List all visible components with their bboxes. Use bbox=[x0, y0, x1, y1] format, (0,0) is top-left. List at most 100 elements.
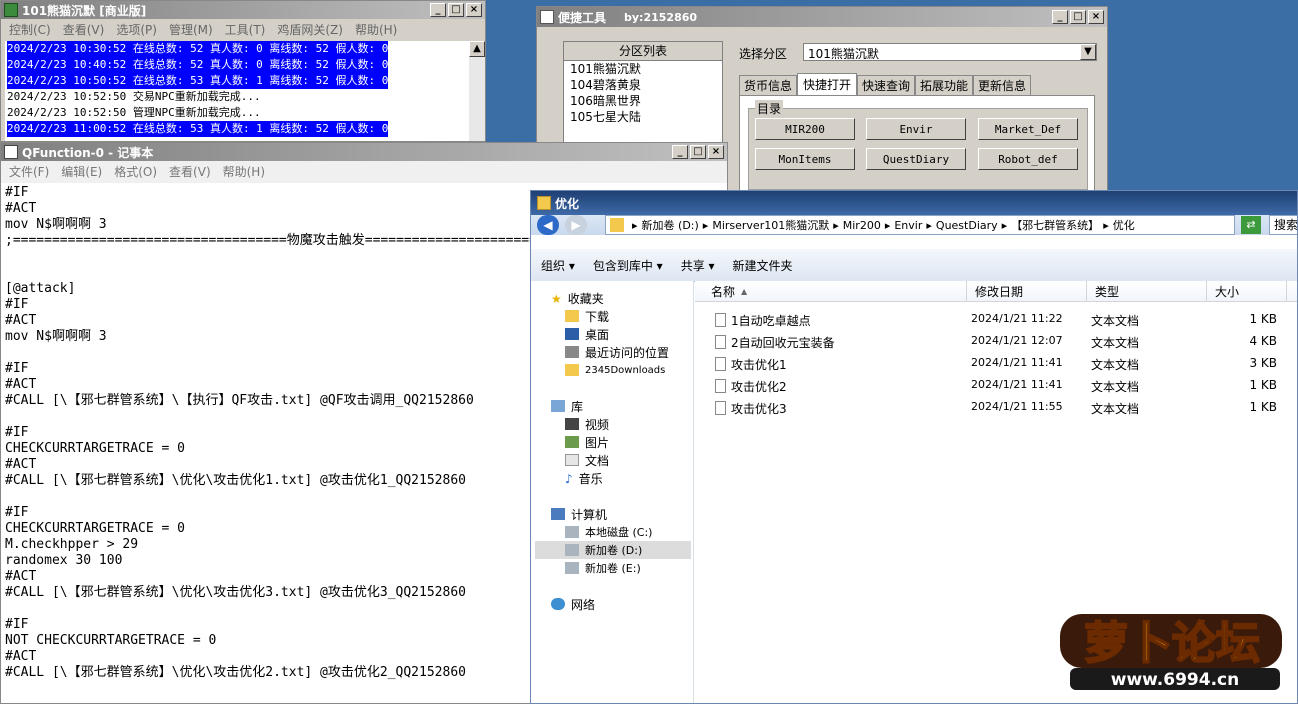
file-row[interactable]: 攻击优化2 2024/1/21 11:41 文本文档 1 KB bbox=[695, 375, 1297, 397]
file-size: 3 KB bbox=[1249, 356, 1277, 370]
file-size: 1 KB bbox=[1249, 400, 1277, 414]
column-type[interactable]: 类型 bbox=[1087, 281, 1207, 301]
partition-item[interactable]: 104碧落黄泉 bbox=[564, 77, 722, 93]
nav-documents[interactable]: 文档 bbox=[565, 451, 609, 469]
partition-select-value: 101熊猫沉默 bbox=[808, 47, 879, 61]
nav-desktop[interactable]: 桌面 bbox=[565, 325, 609, 343]
partition-select[interactable]: 101熊猫沉默 ▼ bbox=[803, 43, 1097, 61]
nav-2345downloads[interactable]: 2345Downloads bbox=[565, 361, 665, 379]
tab-updates[interactable]: 更新信息 bbox=[973, 75, 1031, 95]
breadcrumb-item[interactable]: Envir bbox=[894, 219, 922, 232]
breadcrumb-sep: ▸ bbox=[1103, 218, 1109, 232]
market-def-button[interactable]: Market_Def bbox=[978, 118, 1078, 140]
notepad-titlebar[interactable]: QFunction-0 - 记事本 _ □ × bbox=[1, 143, 727, 161]
log-scrollbar[interactable]: ▲ bbox=[469, 41, 485, 141]
nav-computer[interactable]: 计算机 bbox=[551, 505, 607, 523]
file-row[interactable]: 攻击优化3 2024/1/21 11:55 文本文档 1 KB bbox=[695, 397, 1297, 419]
nav-drive-c[interactable]: 本地磁盘 (C:) bbox=[565, 523, 652, 541]
menu-gateway[interactable]: 鸡盾网关(Z) bbox=[271, 21, 349, 38]
chevron-down-icon[interactable]: ▼ bbox=[1080, 44, 1096, 60]
menu-view[interactable]: 查看(V) bbox=[57, 21, 111, 38]
file-list-header: 名称 ▲ 修改日期 类型 大小 bbox=[695, 281, 1297, 302]
tool-window-titlebar[interactable]: 便捷工具 by:2152860 _ □ × bbox=[537, 7, 1107, 27]
minimize-icon[interactable]: _ bbox=[430, 3, 446, 17]
column-date[interactable]: 修改日期 bbox=[967, 281, 1087, 301]
menu-file[interactable]: 文件(F) bbox=[3, 163, 55, 180]
documents-icon bbox=[565, 454, 579, 466]
envir-button[interactable]: Envir bbox=[866, 118, 966, 140]
breadcrumb-item[interactable]: 【邪七群管系统】 bbox=[1011, 217, 1099, 233]
file-name: 攻击优化2 bbox=[731, 380, 787, 394]
menu-format[interactable]: 格式(O) bbox=[108, 163, 163, 180]
column-size[interactable]: 大小 bbox=[1207, 281, 1287, 301]
minimize-icon[interactable]: _ bbox=[672, 145, 688, 159]
monitems-button[interactable]: MonItems bbox=[755, 148, 855, 170]
forward-icon[interactable]: ▶ bbox=[565, 215, 587, 235]
menu-options[interactable]: 选项(P) bbox=[110, 21, 163, 38]
scroll-up-icon[interactable]: ▲ bbox=[469, 41, 485, 57]
search-input[interactable]: 搜索 bbox=[1269, 215, 1298, 235]
log-window-title: 101熊猫沉默 [商业版] bbox=[22, 3, 147, 18]
nav-libraries[interactable]: 库 bbox=[551, 397, 583, 415]
nav-recent[interactable]: 最近访问的位置 bbox=[565, 343, 669, 361]
file-row[interactable]: 2自动回收元宝装备 2024/1/21 12:07 文本文档 4 KB bbox=[695, 331, 1297, 353]
breadcrumb-item[interactable]: Mirserver101熊猫沉默 bbox=[712, 217, 829, 233]
nav-network[interactable]: 网络 bbox=[551, 595, 595, 613]
nav-music[interactable]: ♪ 音乐 bbox=[565, 469, 603, 487]
questdiary-button[interactable]: QuestDiary bbox=[866, 148, 966, 170]
menu-help[interactable]: 帮助(H) bbox=[217, 163, 271, 180]
nav-videos[interactable]: 视频 bbox=[565, 415, 609, 433]
breadcrumb-item[interactable]: 新加卷 (D:) bbox=[642, 217, 699, 233]
address-bar-row: ◀ ▶ ▸ 新加卷 (D:) ▸ Mirserver101熊猫沉默 ▸ Mir2… bbox=[531, 215, 1297, 235]
address-bar[interactable]: ▸ 新加卷 (D:) ▸ Mirserver101熊猫沉默 ▸ Mir200 ▸… bbox=[605, 215, 1235, 235]
file-row[interactable]: 1自动吃卓越点 2024/1/21 11:22 文本文档 1 KB bbox=[695, 309, 1297, 331]
mir200-button[interactable]: MIR200 bbox=[755, 118, 855, 140]
new-folder-button[interactable]: 新建文件夹 bbox=[733, 257, 793, 274]
log-line: 2024/2/23 10:30:52 在线总数: 52 真人数: 0 离线数: … bbox=[7, 41, 389, 57]
search-placeholder: 搜索 bbox=[1274, 218, 1298, 232]
menu-edit[interactable]: 编辑(E) bbox=[55, 163, 108, 180]
log-menubar: 控制(C) 查看(V) 选项(P) 管理(M) 工具(T) 鸡盾网关(Z) 帮助… bbox=[1, 19, 485, 39]
column-name[interactable]: 名称 ▲ bbox=[695, 281, 967, 301]
menu-view[interactable]: 查看(V) bbox=[163, 163, 217, 180]
minimize-icon[interactable]: _ bbox=[1052, 10, 1068, 24]
robot-def-button[interactable]: Robot_def bbox=[978, 148, 1078, 170]
log-line: 2024/2/23 10:52:50 交易NPC重新加载完成... bbox=[7, 90, 261, 103]
file-row[interactable]: 攻击优化1 2024/1/21 11:41 文本文档 3 KB bbox=[695, 353, 1297, 375]
nav-drive-e[interactable]: 新加卷 (E:) bbox=[565, 559, 641, 577]
tab-quick-open[interactable]: 快捷打开 bbox=[797, 73, 857, 95]
explorer-titlebar[interactable]: 优化 bbox=[531, 191, 1297, 215]
nav-drive-d[interactable]: 新加卷 (D:) bbox=[565, 541, 642, 559]
log-line: 2024/2/23 10:52:50 管理NPC重新加载完成... bbox=[7, 106, 261, 119]
log-window-titlebar[interactable]: 101熊猫沉默 [商业版] _ □ × bbox=[1, 1, 485, 19]
tab-extensions[interactable]: 拓展功能 bbox=[915, 75, 973, 95]
tab-quick-query[interactable]: 快速查询 bbox=[857, 75, 915, 95]
breadcrumb-item[interactable]: 优化 bbox=[1113, 217, 1135, 233]
close-icon[interactable]: × bbox=[466, 3, 482, 17]
menu-tools[interactable]: 工具(T) bbox=[219, 21, 272, 38]
partition-item[interactable]: 105七星大陆 bbox=[564, 109, 722, 125]
organize-button[interactable]: 组织 ▾ bbox=[541, 257, 575, 274]
nav-pictures[interactable]: 图片 bbox=[565, 433, 609, 451]
maximize-icon[interactable]: □ bbox=[1070, 10, 1086, 24]
close-icon[interactable]: × bbox=[1088, 10, 1104, 24]
menu-help[interactable]: 帮助(H) bbox=[349, 21, 403, 38]
menu-control[interactable]: 控制(C) bbox=[3, 21, 57, 38]
partition-item[interactable]: 106暗黑世界 bbox=[564, 93, 722, 109]
close-icon[interactable]: × bbox=[708, 145, 724, 159]
maximize-icon[interactable]: □ bbox=[448, 3, 464, 17]
refresh-icon[interactable]: ⇄ bbox=[1241, 216, 1261, 234]
tab-currency[interactable]: 货币信息 bbox=[739, 75, 797, 95]
include-library-button[interactable]: 包含到库中 ▾ bbox=[593, 257, 663, 274]
breadcrumb-item[interactable]: QuestDiary bbox=[936, 219, 998, 232]
partition-item[interactable]: 101熊猫沉默 bbox=[564, 61, 722, 77]
computer-icon bbox=[551, 508, 565, 520]
nav-downloads[interactable]: 下载 bbox=[565, 307, 609, 325]
breadcrumb-item[interactable]: Mir200 bbox=[843, 219, 881, 232]
back-icon[interactable]: ◀ bbox=[537, 215, 559, 235]
menu-manage[interactable]: 管理(M) bbox=[163, 21, 219, 38]
share-button[interactable]: 共享 ▾ bbox=[681, 257, 715, 274]
music-icon: ♪ bbox=[565, 472, 573, 486]
nav-favorites[interactable]: ★ 收藏夹 bbox=[551, 289, 604, 307]
maximize-icon[interactable]: □ bbox=[690, 145, 706, 159]
